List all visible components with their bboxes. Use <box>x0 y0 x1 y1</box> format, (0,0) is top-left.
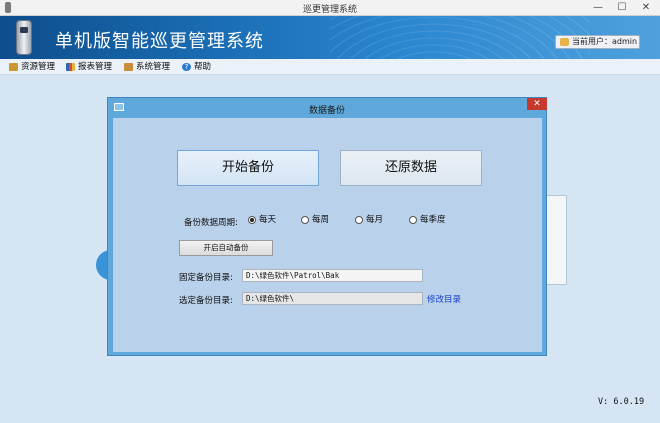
menu-item-label: 资源管理 <box>21 62 56 72</box>
radio-label: 每周 <box>312 215 330 225</box>
backup-period-label: 备份数据周期: <box>184 218 238 228</box>
current-user-label: 当前用户：admin <box>572 37 638 46</box>
change-dir-link[interactable]: 修改目录 <box>427 293 461 305</box>
minimize-button[interactable]: — <box>587 0 609 16</box>
version-label: V: 6.0.19 <box>598 397 645 407</box>
enable-auto-backup-button[interactable]: 开启自动备份 <box>179 240 273 256</box>
radio-label: 每天 <box>259 215 277 225</box>
period-radio-weekly[interactable]: 每周 <box>301 215 329 227</box>
menu-item-system[interactable]: 系统管理 <box>124 61 170 73</box>
backup-dialog: 数据备份 ✕ 开始备份 还原数据 备份数据周期: 每天 每周 每月 每季度 开启… <box>107 97 547 356</box>
maximize-button[interactable]: ☐ <box>611 0 633 16</box>
radio-label: 每季度 <box>420 215 446 225</box>
selected-dir-field[interactable]: D:\绿色软件\ <box>242 292 423 305</box>
menu-item-label: 帮助 <box>194 62 212 72</box>
radio-icon <box>301 216 309 224</box>
dialog-title: 数据备份 <box>308 106 345 116</box>
settings-icon <box>124 63 133 71</box>
radio-icon <box>355 216 363 224</box>
period-radio-daily[interactable]: 每天 <box>248 215 276 227</box>
period-radio-quarterly[interactable]: 每季度 <box>409 215 446 227</box>
user-icon <box>560 38 569 46</box>
menu-bar: 资源管理 报表管理 系统管理 ? 帮助 <box>0 59 660 75</box>
system-title: 单机版智能巡更管理系统 <box>55 31 264 52</box>
background-panel <box>545 195 567 285</box>
restore-data-button[interactable]: 还原数据 <box>340 150 482 186</box>
window-titlebar: 巡更管理系统 — ☐ ✕ <box>0 0 660 16</box>
header-banner: 单机版智能巡更管理系统 当前用户：admin <box>0 16 660 59</box>
menu-item-resources[interactable]: 资源管理 <box>9 61 55 73</box>
selected-dir-label: 选定备份目录: <box>179 296 233 306</box>
banner-decoration <box>330 16 590 59</box>
period-radio-monthly[interactable]: 每月 <box>355 215 383 227</box>
fixed-dir-label: 固定备份目录: <box>179 273 233 283</box>
menu-item-help[interactable]: ? 帮助 <box>182 61 211 73</box>
report-icon <box>66 63 75 71</box>
dialog-body: 开始备份 还原数据 备份数据周期: 每天 每周 每月 每季度 开启自动备份 固定… <box>113 118 542 352</box>
radio-label: 每月 <box>366 215 384 225</box>
help-icon: ? <box>182 63 191 71</box>
dialog-close-button[interactable]: ✕ <box>527 98 547 110</box>
folder-icon <box>9 63 18 71</box>
window-title: 巡更管理系统 <box>302 5 357 15</box>
radio-selected-icon <box>248 216 256 224</box>
patrol-device-icon <box>16 20 32 55</box>
menu-item-label: 报表管理 <box>78 62 113 72</box>
current-user-box: 当前用户：admin <box>555 35 640 49</box>
radio-icon <box>409 216 417 224</box>
menu-item-label: 系统管理 <box>136 62 171 72</box>
window-close-button[interactable]: ✕ <box>635 0 657 16</box>
fixed-dir-field[interactable]: D:\绿色软件\Patrol\Bak <box>242 269 423 282</box>
start-backup-button[interactable]: 开始备份 <box>177 150 319 186</box>
menu-item-reports[interactable]: 报表管理 <box>66 61 112 73</box>
